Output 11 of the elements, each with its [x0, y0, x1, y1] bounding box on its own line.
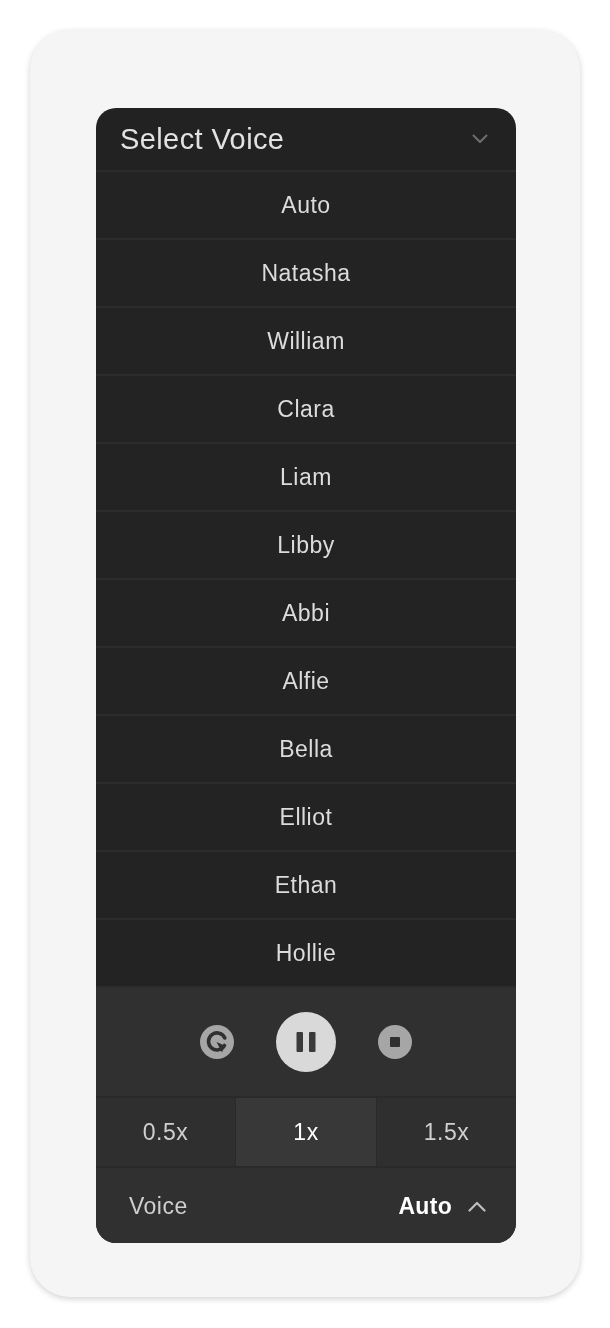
current-voice[interactable]: Auto — [398, 1193, 452, 1220]
speed-tab[interactable]: 1x — [236, 1098, 376, 1166]
speed-tab[interactable]: 0.5x — [96, 1098, 235, 1166]
panel-title: Select Voice — [120, 122, 285, 156]
replay-icon[interactable] — [200, 1025, 234, 1059]
voice-label: Voice — [129, 1193, 188, 1220]
pause-button-icon[interactable] — [276, 1012, 336, 1072]
speed-tab[interactable]: 1.5x — [377, 1098, 516, 1166]
chevron-down-icon[interactable] — [472, 134, 488, 144]
stop-icon[interactable] — [378, 1025, 412, 1059]
chevron-up-icon[interactable] — [468, 1201, 486, 1212]
